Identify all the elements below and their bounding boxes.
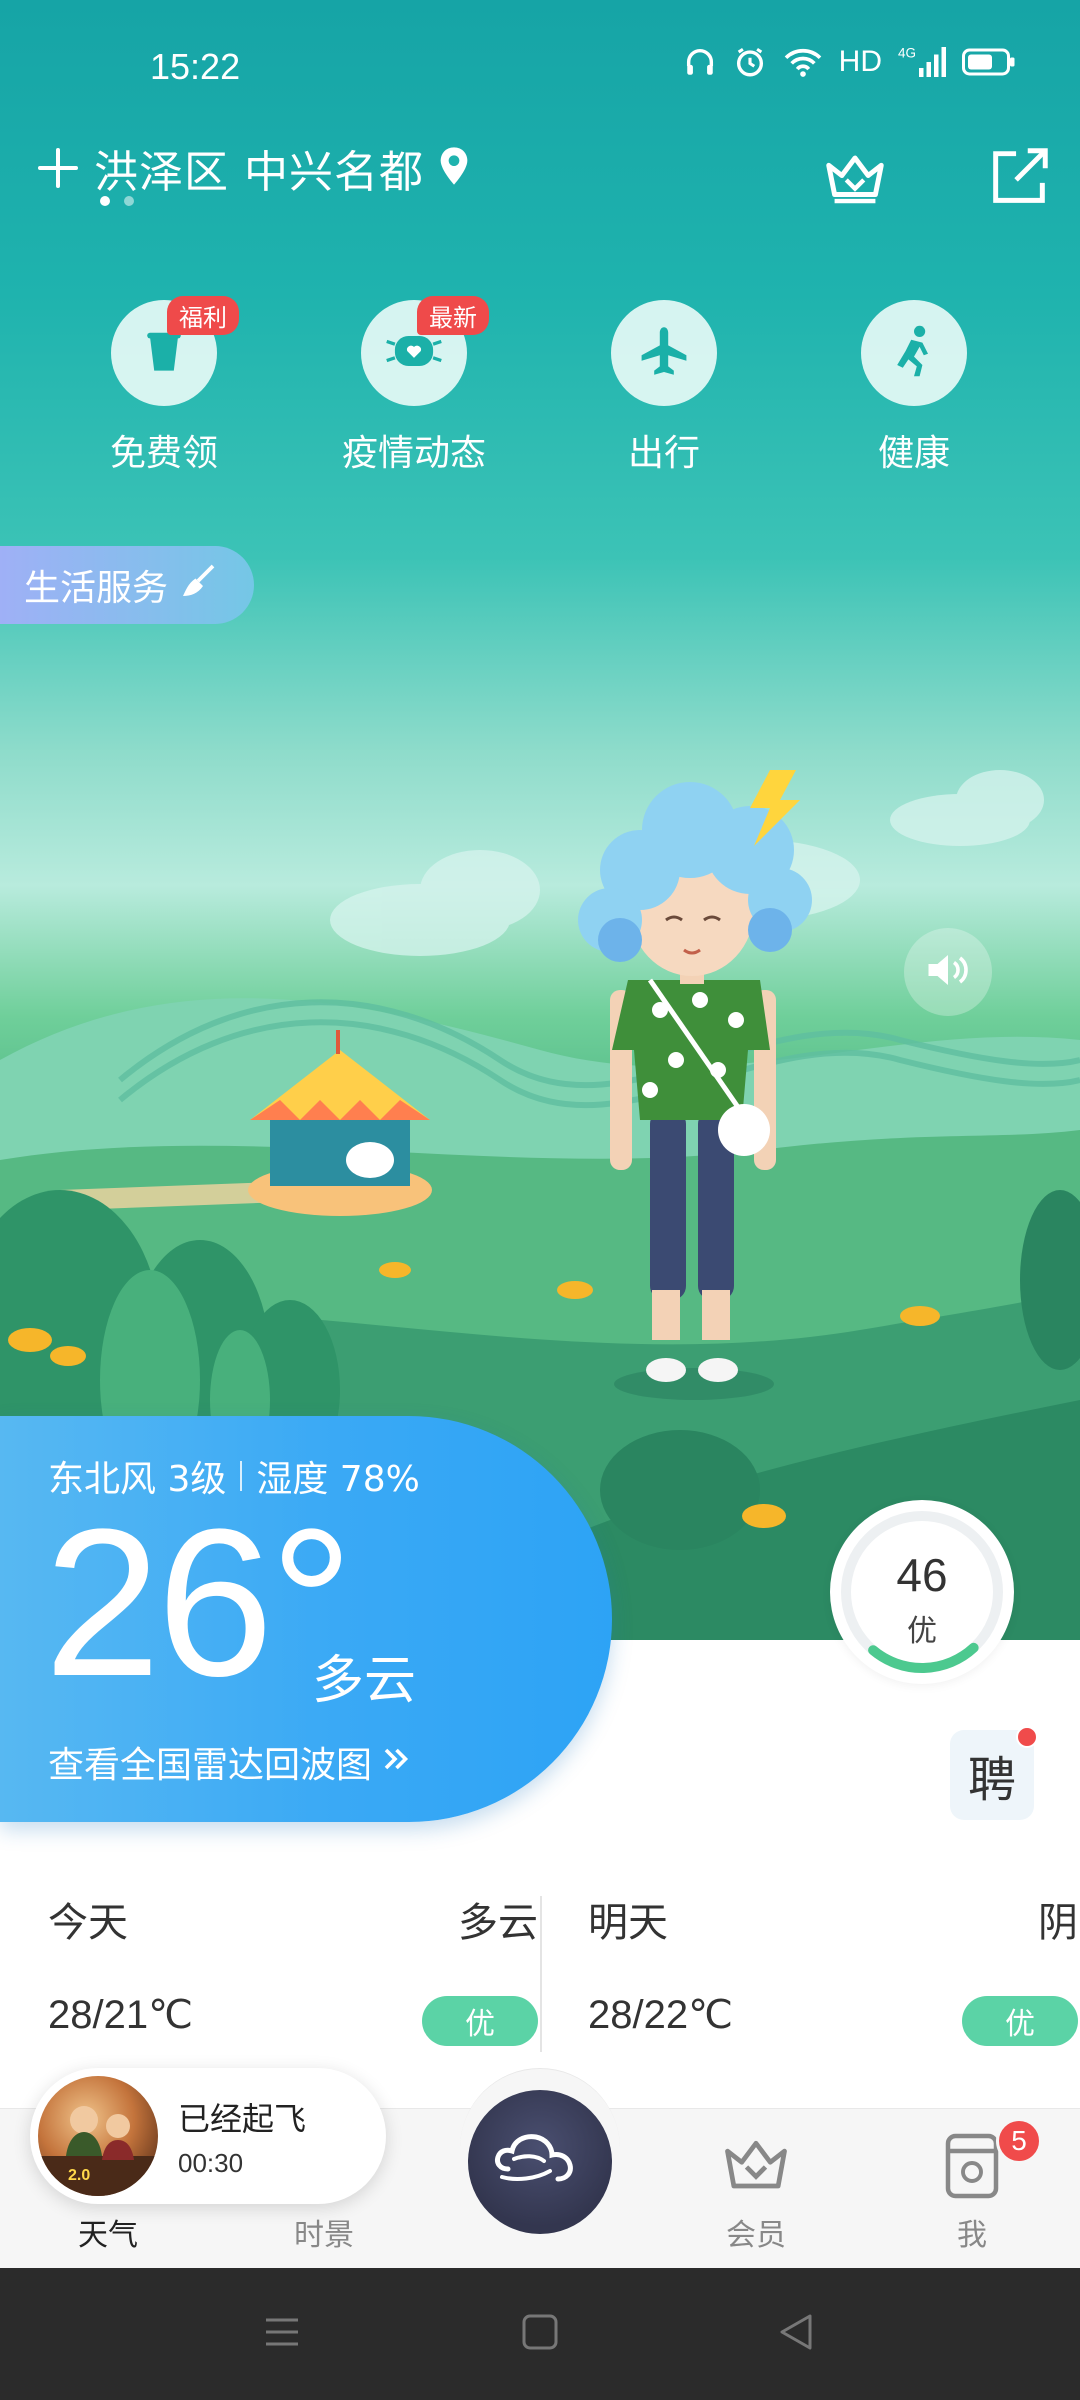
headphones-icon bbox=[683, 45, 717, 79]
aqi-level: 优 bbox=[907, 1614, 937, 1649]
network-type: HD bbox=[838, 45, 882, 78]
signal-type: 4G bbox=[898, 46, 916, 61]
crown-icon bbox=[718, 2132, 794, 2210]
weather-scene-background bbox=[0, 0, 1080, 1640]
park-illustration bbox=[0, 770, 1080, 1640]
menu-icon[interactable] bbox=[262, 2312, 302, 2352]
tab-label: 会员 bbox=[726, 2218, 786, 2253]
current-temperature: 26° bbox=[44, 1485, 354, 1720]
forecast-tomorrow[interactable]: 明天 阴 28/22℃ 优 bbox=[588, 1860, 1078, 2060]
quick-entry-travel[interactable]: 出行 bbox=[564, 300, 764, 476]
double-chevron-right-icon bbox=[380, 1742, 416, 1783]
quick-entry-label: 免费领 bbox=[109, 433, 218, 474]
notification-dot bbox=[1016, 1726, 1038, 1748]
broom-icon bbox=[178, 561, 218, 610]
location-pin-icon bbox=[438, 146, 470, 190]
forecast-day: 明天 bbox=[588, 1900, 668, 1946]
voice-broadcast-button[interactable] bbox=[904, 928, 992, 1016]
current-condition: 多云 bbox=[312, 1651, 417, 1711]
current-weather-card[interactable]: 东北风 3级 湿度 78% 26° 多云 查看全国雷达回波图 bbox=[0, 1416, 612, 1822]
forecast-condition: 阴 bbox=[1038, 1900, 1078, 1946]
battery-icon bbox=[962, 47, 1016, 77]
city-page-indicator bbox=[100, 196, 134, 206]
alarm-icon bbox=[733, 45, 767, 79]
status-time: 15:22 bbox=[150, 46, 241, 87]
tab-label: 我 bbox=[957, 2218, 987, 2253]
forecast-aqi-badge: 优 bbox=[422, 1996, 538, 2046]
hiring-label: 聘 bbox=[967, 1752, 1016, 1808]
aqi-value: 46 bbox=[896, 1549, 948, 1601]
quick-entry-row: 福利 免费领 最新 疫情动态 出行 健康 bbox=[0, 296, 1080, 480]
quick-entry-label: 健康 bbox=[877, 433, 950, 474]
mini-player-title: 已经起飞 bbox=[178, 2100, 307, 2138]
mini-player-time: 00:30 bbox=[178, 2148, 244, 2178]
radar-map-link[interactable]: 查看全国雷达回波图 bbox=[48, 1736, 416, 1788]
quick-entry-label: 出行 bbox=[627, 433, 700, 474]
share-button[interactable] bbox=[984, 142, 1054, 212]
badge-latest: 最新 bbox=[417, 296, 489, 335]
page-dot bbox=[124, 196, 134, 206]
life-service-label: 生活服务 bbox=[24, 568, 169, 609]
location-name[interactable]: 洪泽区 中兴名都 bbox=[94, 136, 424, 200]
page-dot-active bbox=[100, 196, 110, 206]
radar-link-label: 查看全国雷达回波图 bbox=[48, 1745, 373, 1786]
runner-icon bbox=[886, 323, 942, 383]
forecast-condition: 多云 bbox=[458, 1900, 538, 1946]
speaker-icon bbox=[924, 950, 972, 994]
life-service-button[interactable]: 生活服务 bbox=[0, 546, 254, 624]
back-triangle-icon[interactable] bbox=[776, 2312, 816, 2352]
floating-mini-player[interactable]: 2.0 已经起飞 00:30 bbox=[30, 2068, 386, 2204]
mini-player-thumbnail: 2.0 bbox=[38, 2076, 158, 2196]
tab-label: 天气 bbox=[78, 2218, 138, 2253]
share-icon bbox=[993, 148, 1048, 203]
air-quality-indicator[interactable]: 46 优 bbox=[830, 1500, 1014, 1684]
quick-entry-label: 疫情动态 bbox=[341, 433, 486, 474]
forecast-today[interactable]: 今天 多云 28/21℃ 优 bbox=[48, 1860, 538, 2060]
location-header[interactable]: 洪泽区 中兴名都 bbox=[36, 136, 470, 200]
profile-icon bbox=[942, 2130, 1002, 2210]
forecast-day: 今天 bbox=[48, 1900, 128, 1946]
profile-badge: 5 bbox=[996, 2118, 1042, 2164]
system-navigation-bar bbox=[0, 2268, 1080, 2400]
forecast-aqi-badge: 优 bbox=[962, 1996, 1078, 2046]
vip-crown-button[interactable] bbox=[820, 142, 890, 212]
forecast-temperature: 28/22℃ bbox=[588, 1993, 734, 2037]
center-home-button[interactable] bbox=[468, 2090, 612, 2234]
forecast-temperature: 28/21℃ bbox=[48, 1993, 194, 2037]
signal-icon: 4G bbox=[898, 44, 946, 80]
quick-entry-free[interactable]: 福利 免费领 bbox=[64, 296, 264, 476]
crown-icon bbox=[826, 155, 884, 204]
wifi-icon bbox=[783, 45, 823, 79]
divider bbox=[540, 1896, 542, 2052]
tab-label: 时景 bbox=[294, 2218, 354, 2253]
plane-icon bbox=[636, 323, 692, 383]
two-day-forecast: 今天 多云 28/21℃ 优 明天 阴 28/22℃ 优 bbox=[0, 1860, 1080, 2100]
add-city-icon[interactable] bbox=[36, 146, 80, 190]
badge-welfare: 福利 bbox=[167, 296, 239, 335]
quick-entry-epidemic[interactable]: 最新 疫情动态 bbox=[314, 296, 514, 476]
status-bar: 15:22 HD 4G bbox=[0, 0, 1080, 130]
cloud-logo-icon bbox=[490, 2125, 590, 2199]
quick-entry-health[interactable]: 健康 bbox=[814, 300, 1014, 476]
svg-text:2.0: 2.0 bbox=[68, 2167, 90, 2184]
home-square-icon[interactable] bbox=[520, 2312, 560, 2352]
hiring-button[interactable]: 聘 bbox=[950, 1726, 1038, 1820]
